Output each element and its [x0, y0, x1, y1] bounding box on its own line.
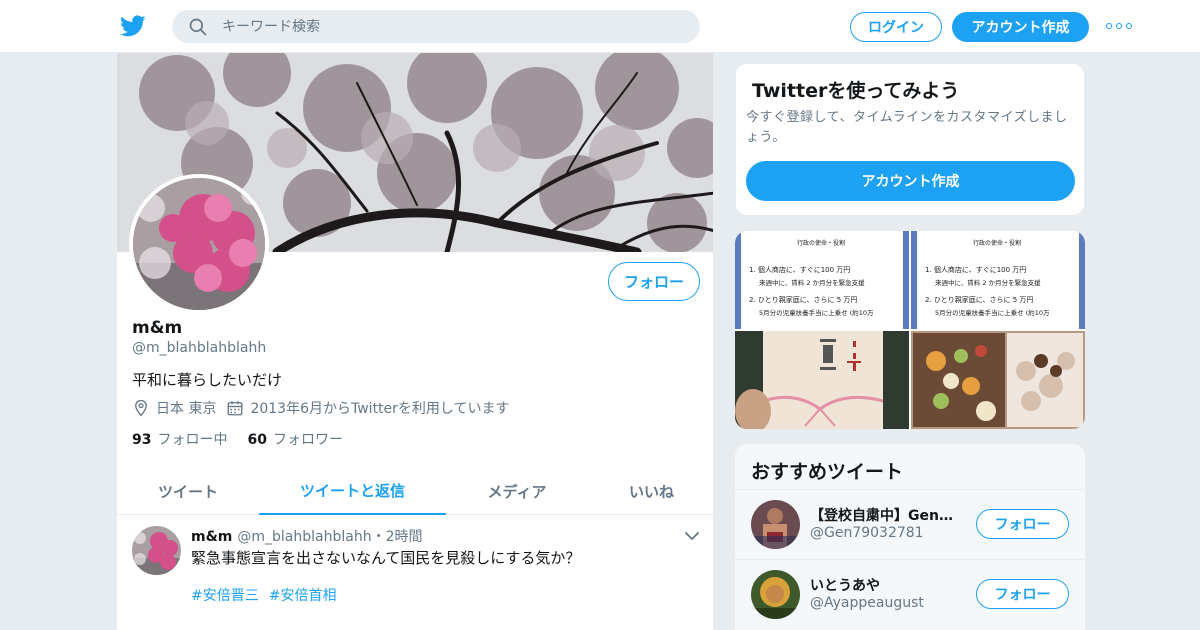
- doc-heading: 行政の使命・役割: [797, 239, 845, 247]
- media-thumbnail-envelope[interactable]: [735, 331, 909, 429]
- chevron-down-icon[interactable]: [684, 530, 700, 542]
- recommended-account-name[interactable]: 【登校自粛中】Gen…: [810, 505, 960, 525]
- doc-line: 5月分の児童扶養手当に上乗せ (約10万: [759, 308, 874, 317]
- following-count: 93: [132, 432, 152, 448]
- location-pin-icon: [135, 399, 147, 417]
- doc-line: 1. 個人商店に、すぐに100 万円: [925, 265, 1026, 274]
- followers-count: 60: [247, 432, 267, 448]
- profile-joined: 2013年6月からTwitterを利用しています: [226, 398, 510, 418]
- signup-card-description: 今すぐ登録して、タイムラインをカスタマイズしましょう。: [746, 110, 1068, 145]
- tab-tweets[interactable]: ツイート: [117, 467, 259, 515]
- profile-main-column: フォロー m&m @m_blahblahblahh 平和に暮らしたいだけ 日本 …: [116, 53, 714, 630]
- tweet-avatar[interactable]: [132, 526, 181, 575]
- doc-line: 2. ひとり親家庭に、さらに 5 万円: [925, 295, 1033, 304]
- doc-line: 来週中に、賃料 2 か月分を緊急支援: [935, 278, 1041, 287]
- follow-button[interactable]: フォロー: [608, 262, 700, 301]
- media-thumbnail-doc-2[interactable]: 行政の使命・役割 1. 個人商店に、すぐに100 万円 来週中に、賃料 2 か月…: [911, 231, 1085, 329]
- signup-button[interactable]: アカウント作成: [952, 12, 1089, 42]
- tweet-author-name[interactable]: m&m: [191, 529, 232, 545]
- recommended-account-row[interactable]: いとうあや @Ayappeaugust フォロー: [735, 559, 1085, 629]
- profile-tabs: ツイート ツイートと返信 メディア いいね: [117, 467, 713, 515]
- doc-heading: 行政の使命・役割: [973, 239, 1021, 247]
- recommended-title: おすすめツイート: [751, 461, 904, 483]
- top-navigation-bar: ログイン アカウント作成: [0, 0, 1200, 53]
- tweet-author-handle[interactable]: @m_blahblahblahh: [237, 529, 371, 545]
- recommended-tweets-card: おすすめツイート 【登校自粛中】Gen… @Gen79032781 フォロー い…: [735, 444, 1085, 630]
- tweet-header: m&m @m_blahblahblahh ・2時間: [191, 526, 423, 546]
- recommended-account-row[interactable]: 【登校自粛中】Gen… @Gen79032781 フォロー: [735, 489, 1085, 559]
- doc-line: 1. 個人商店に、すぐに100 万円: [749, 265, 850, 274]
- login-button[interactable]: ログイン: [850, 12, 942, 42]
- follow-button[interactable]: フォロー: [976, 579, 1069, 609]
- hashtag-link[interactable]: #安倍首相: [269, 585, 337, 605]
- media-thumbnail-doc-1[interactable]: 行政の使命・役割 1. 個人商店に、すぐに100 万円 来週中に、賃料 2 か月…: [735, 231, 909, 329]
- tweet-hashtags: #安倍晋三 #安倍首相: [191, 585, 346, 605]
- profile-bio: 平和に暮らしたいだけ: [132, 371, 283, 389]
- calendar-icon: [228, 401, 243, 416]
- more-horizontal-icon[interactable]: [1106, 18, 1132, 34]
- tab-media[interactable]: メディア: [446, 467, 588, 515]
- followers-count-link[interactable]: 60 フォロワー: [247, 429, 342, 449]
- recommended-avatar[interactable]: [751, 500, 800, 549]
- profile-handle[interactable]: @m_blahblahblahh: [132, 340, 266, 356]
- recommended-account-handle[interactable]: @Ayappeaugust: [810, 595, 924, 611]
- search-input[interactable]: [222, 18, 662, 35]
- follow-counts: 93 フォロー中 60 フォロワー: [132, 429, 363, 449]
- recommended-account-handle[interactable]: @Gen79032781: [810, 525, 924, 541]
- profile-name: m&m: [132, 318, 183, 338]
- signup-card-title: Twitterを使ってみよう: [752, 80, 960, 102]
- tweet-actions: [191, 616, 641, 630]
- following-label: フォロー中: [157, 432, 228, 448]
- search-icon: [189, 18, 207, 35]
- hashtag-link[interactable]: #安倍晋三: [191, 585, 259, 605]
- recommended-account-name[interactable]: いとうあや: [810, 575, 960, 595]
- tweet-text: 緊急事態宣言を出さないなんて国民を見殺しにする気か？: [191, 549, 581, 567]
- doc-line: 5月分の児童扶養手当に上乗せ (約10万: [935, 308, 1050, 317]
- tweet-timestamp[interactable]: ・2時間: [372, 526, 423, 546]
- profile-avatar[interactable]: [129, 174, 269, 314]
- tweet-item[interactable]: m&m @m_blahblahblahh ・2時間 緊急事態宣言を出さないなんて…: [117, 516, 713, 630]
- follow-button[interactable]: フォロー: [976, 509, 1069, 539]
- joined-text: 2013年6月からTwitterを利用しています: [250, 401, 510, 417]
- doc-line: 2. ひとり親家庭に、さらに 5 万円: [749, 295, 857, 304]
- doc-line: 来週中に、賃料 2 か月分を緊急支援: [759, 278, 865, 287]
- twitter-bird-icon[interactable]: [120, 13, 146, 39]
- media-thumbnail-bento[interactable]: [911, 331, 1085, 429]
- media-grid: 行政の使命・役割 1. 個人商店に、すぐに100 万円 来週中に、賃料 2 か月…: [735, 231, 1085, 429]
- tab-likes[interactable]: いいね: [588, 467, 713, 515]
- create-account-button[interactable]: アカウント作成: [746, 161, 1075, 201]
- search-bar[interactable]: [172, 10, 700, 43]
- location-text: 日本 東京: [156, 401, 217, 417]
- recommended-avatar[interactable]: [751, 570, 800, 619]
- following-count-link[interactable]: 93 フォロー中: [132, 429, 227, 449]
- tab-tweets-and-replies[interactable]: ツイートと返信: [259, 467, 446, 515]
- signup-promo-card: Twitterを使ってみよう 今すぐ登録して、タイムラインをカスタマイズしましょ…: [735, 63, 1085, 216]
- profile-meta: 日本 東京 2013年6月からTwitterを利用しています: [132, 398, 520, 418]
- followers-label: フォロワー: [272, 432, 343, 448]
- profile-location: 日本 東京: [132, 398, 216, 418]
